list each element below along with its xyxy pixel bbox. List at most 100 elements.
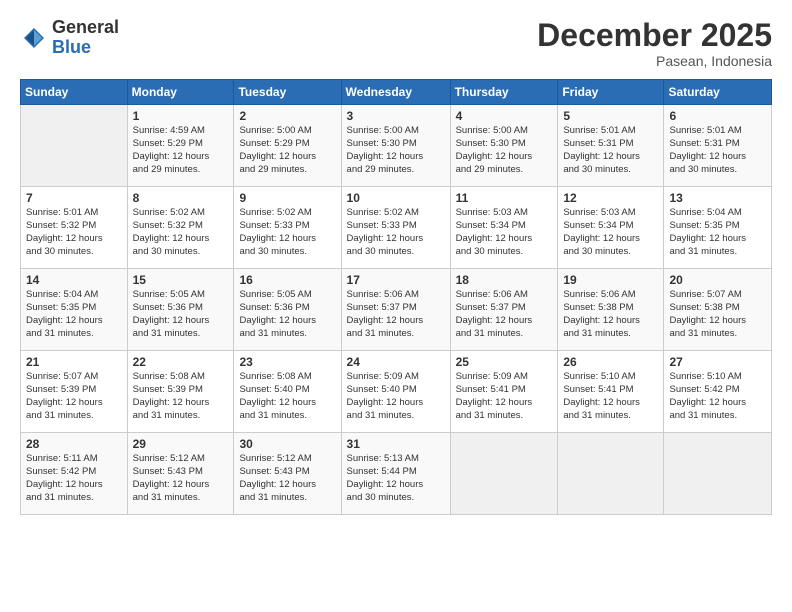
day-info: Sunrise: 5:00 AM Sunset: 5:29 PM Dayligh…	[239, 125, 335, 176]
day-info: Sunrise: 5:07 AM Sunset: 5:38 PM Dayligh…	[669, 289, 766, 340]
calendar-cell: 15 Sunrise: 5:05 AM Sunset: 5:36 PM Dayli…	[127, 269, 234, 351]
col-friday: Friday	[558, 80, 664, 105]
calendar-cell: 2 Sunrise: 5:00 AM Sunset: 5:29 PM Daylig…	[234, 105, 341, 187]
calendar-cell	[21, 105, 128, 187]
day-info: Sunrise: 5:03 AM Sunset: 5:34 PM Dayligh…	[456, 207, 553, 258]
day-number: 19	[563, 273, 658, 287]
logo-icon	[20, 24, 48, 52]
week-row-2: 7 Sunrise: 5:01 AM Sunset: 5:32 PM Daylig…	[21, 187, 772, 269]
day-number: 5	[563, 109, 658, 123]
logo-blue: Blue	[52, 38, 119, 58]
logo: General Blue	[20, 18, 119, 58]
day-info: Sunrise: 5:03 AM Sunset: 5:34 PM Dayligh…	[563, 207, 658, 258]
logo-text: General Blue	[52, 18, 119, 58]
day-info: Sunrise: 5:08 AM Sunset: 5:39 PM Dayligh…	[133, 371, 229, 422]
day-number: 8	[133, 191, 229, 205]
day-number: 26	[563, 355, 658, 369]
calendar-cell: 30 Sunrise: 5:12 AM Sunset: 5:43 PM Dayli…	[234, 433, 341, 515]
calendar-cell: 20 Sunrise: 5:07 AM Sunset: 5:38 PM Dayli…	[664, 269, 772, 351]
calendar-cell: 5 Sunrise: 5:01 AM Sunset: 5:31 PM Daylig…	[558, 105, 664, 187]
day-number: 3	[347, 109, 445, 123]
calendar-cell: 12 Sunrise: 5:03 AM Sunset: 5:34 PM Dayli…	[558, 187, 664, 269]
day-info: Sunrise: 5:00 AM Sunset: 5:30 PM Dayligh…	[456, 125, 553, 176]
day-info: Sunrise: 5:05 AM Sunset: 5:36 PM Dayligh…	[239, 289, 335, 340]
day-info: Sunrise: 5:13 AM Sunset: 5:44 PM Dayligh…	[347, 453, 445, 504]
day-number: 7	[26, 191, 122, 205]
calendar-table: Sunday Monday Tuesday Wednesday Thursday…	[20, 79, 772, 515]
calendar-cell: 29Sunrise: 5:12 AM Sunset: 5:43 PM Dayli…	[127, 433, 234, 515]
calendar-header-row: Sunday Monday Tuesday Wednesday Thursday…	[21, 80, 772, 105]
day-info: Sunrise: 5:01 AM Sunset: 5:32 PM Dayligh…	[26, 207, 122, 258]
day-number: 18	[456, 273, 553, 287]
calendar-cell: 26 Sunrise: 5:10 AM Sunset: 5:41 PM Dayli…	[558, 351, 664, 433]
col-wednesday: Wednesday	[341, 80, 450, 105]
day-number: 21	[26, 355, 122, 369]
col-sunday: Sunday	[21, 80, 128, 105]
day-info: Sunrise: 5:02 AM Sunset: 5:33 PM Dayligh…	[347, 207, 445, 258]
day-number: 30	[239, 437, 335, 451]
day-number: 9	[239, 191, 335, 205]
day-info: Sunrise: 5:11 AM Sunset: 5:42 PM Dayligh…	[26, 453, 122, 504]
week-row-1: 1Sunrise: 4:59 AM Sunset: 5:29 PM Daylig…	[21, 105, 772, 187]
day-info: Sunrise: 5:10 AM Sunset: 5:41 PM Dayligh…	[563, 371, 658, 422]
day-info: Sunrise: 5:06 AM Sunset: 5:37 PM Dayligh…	[456, 289, 553, 340]
title-block: December 2025 Pasean, Indonesia	[537, 18, 772, 69]
day-info: Sunrise: 5:06 AM Sunset: 5:37 PM Dayligh…	[347, 289, 445, 340]
day-number: 22	[133, 355, 229, 369]
calendar-cell: 22 Sunrise: 5:08 AM Sunset: 5:39 PM Dayli…	[127, 351, 234, 433]
col-monday: Monday	[127, 80, 234, 105]
calendar-cell: 24Sunrise: 5:09 AM Sunset: 5:40 PM Dayli…	[341, 351, 450, 433]
day-number: 13	[669, 191, 766, 205]
calendar-cell: 3Sunrise: 5:00 AM Sunset: 5:30 PM Daylig…	[341, 105, 450, 187]
calendar-cell: 1Sunrise: 4:59 AM Sunset: 5:29 PM Daylig…	[127, 105, 234, 187]
day-number: 6	[669, 109, 766, 123]
logo-general: General	[52, 18, 119, 38]
calendar-cell: 7 Sunrise: 5:01 AM Sunset: 5:32 PM Daylig…	[21, 187, 128, 269]
calendar-cell: 21Sunrise: 5:07 AM Sunset: 5:39 PM Dayli…	[21, 351, 128, 433]
day-info: Sunrise: 5:01 AM Sunset: 5:31 PM Dayligh…	[563, 125, 658, 176]
week-row-3: 14Sunrise: 5:04 AM Sunset: 5:35 PM Dayli…	[21, 269, 772, 351]
day-info: Sunrise: 5:01 AM Sunset: 5:31 PM Dayligh…	[669, 125, 766, 176]
day-info: Sunrise: 5:10 AM Sunset: 5:42 PM Dayligh…	[669, 371, 766, 422]
day-info: Sunrise: 5:09 AM Sunset: 5:41 PM Dayligh…	[456, 371, 553, 422]
calendar-cell: 19 Sunrise: 5:06 AM Sunset: 5:38 PM Dayli…	[558, 269, 664, 351]
week-row-5: 28 Sunrise: 5:11 AM Sunset: 5:42 PM Dayli…	[21, 433, 772, 515]
day-info: Sunrise: 5:02 AM Sunset: 5:32 PM Dayligh…	[133, 207, 229, 258]
day-number: 12	[563, 191, 658, 205]
day-number: 2	[239, 109, 335, 123]
day-number: 17	[347, 273, 445, 287]
day-number: 15	[133, 273, 229, 287]
header: General Blue December 2025 Pasean, Indon…	[20, 18, 772, 69]
calendar-cell	[558, 433, 664, 515]
calendar-cell	[664, 433, 772, 515]
calendar-cell: 31Sunrise: 5:13 AM Sunset: 5:44 PM Dayli…	[341, 433, 450, 515]
month-title: December 2025	[537, 18, 772, 53]
day-number: 25	[456, 355, 553, 369]
day-info: Sunrise: 5:12 AM Sunset: 5:43 PM Dayligh…	[239, 453, 335, 504]
day-number: 11	[456, 191, 553, 205]
day-info: Sunrise: 5:05 AM Sunset: 5:36 PM Dayligh…	[133, 289, 229, 340]
day-number: 10	[347, 191, 445, 205]
calendar-cell: 10 Sunrise: 5:02 AM Sunset: 5:33 PM Dayli…	[341, 187, 450, 269]
calendar-cell: 6 Sunrise: 5:01 AM Sunset: 5:31 PM Daylig…	[664, 105, 772, 187]
day-number: 16	[239, 273, 335, 287]
calendar-cell: 4 Sunrise: 5:00 AM Sunset: 5:30 PM Daylig…	[450, 105, 558, 187]
location: Pasean, Indonesia	[537, 53, 772, 69]
day-info: Sunrise: 5:02 AM Sunset: 5:33 PM Dayligh…	[239, 207, 335, 258]
calendar-cell: 18 Sunrise: 5:06 AM Sunset: 5:37 PM Dayli…	[450, 269, 558, 351]
calendar-cell: 16 Sunrise: 5:05 AM Sunset: 5:36 PM Dayli…	[234, 269, 341, 351]
day-number: 1	[133, 109, 229, 123]
page: General Blue December 2025 Pasean, Indon…	[0, 0, 792, 612]
day-number: 4	[456, 109, 553, 123]
day-number: 28	[26, 437, 122, 451]
day-info: Sunrise: 5:04 AM Sunset: 5:35 PM Dayligh…	[669, 207, 766, 258]
col-saturday: Saturday	[664, 80, 772, 105]
day-info: Sunrise: 5:09 AM Sunset: 5:40 PM Dayligh…	[347, 371, 445, 422]
day-info: Sunrise: 5:06 AM Sunset: 5:38 PM Dayligh…	[563, 289, 658, 340]
calendar-cell: 17 Sunrise: 5:06 AM Sunset: 5:37 PM Dayli…	[341, 269, 450, 351]
day-number: 14	[26, 273, 122, 287]
day-number: 20	[669, 273, 766, 287]
day-number: 29	[133, 437, 229, 451]
calendar-cell: 11 Sunrise: 5:03 AM Sunset: 5:34 PM Dayli…	[450, 187, 558, 269]
day-number: 23	[239, 355, 335, 369]
